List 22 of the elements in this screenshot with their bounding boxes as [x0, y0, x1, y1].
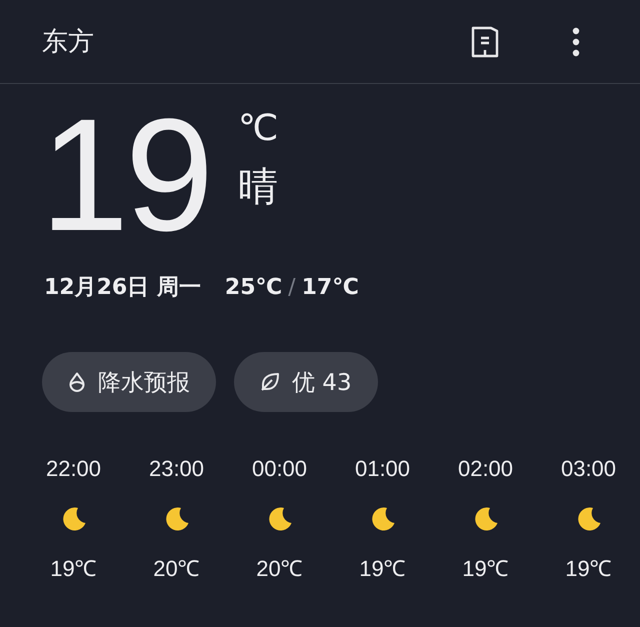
hour-temperature: 19℃	[565, 555, 612, 582]
low-temperature: 17℃	[302, 274, 359, 300]
current-temperature: 19	[40, 100, 210, 250]
hour-temperature: 19℃	[50, 555, 97, 582]
hour-temperature: 20℃	[256, 555, 303, 582]
hour-time: 01:00	[354, 456, 410, 483]
hour-temperature: 20℃	[153, 555, 200, 582]
air-quality-button[interactable]: 优 43	[234, 352, 378, 412]
hour-time: 22:00	[46, 456, 102, 483]
date-text: 12月26日 周一	[44, 274, 201, 302]
hour-time: 03:00	[560, 456, 616, 483]
city-title: 东方	[42, 26, 95, 59]
hour-temperature: 19℃	[462, 555, 509, 582]
separator: /	[288, 274, 296, 300]
high-temperature: 25℃	[224, 274, 282, 300]
temperature-unit: ℃	[238, 108, 278, 149]
hour-time: 23:00	[148, 456, 204, 483]
hour-time: 02:00	[458, 456, 514, 483]
rain-forecast-button[interactable]: 降水预报	[42, 352, 216, 412]
weather-condition: 晴	[238, 163, 278, 212]
hour-time: 00:00	[252, 456, 308, 483]
hour-temperature: 19℃	[359, 555, 406, 582]
